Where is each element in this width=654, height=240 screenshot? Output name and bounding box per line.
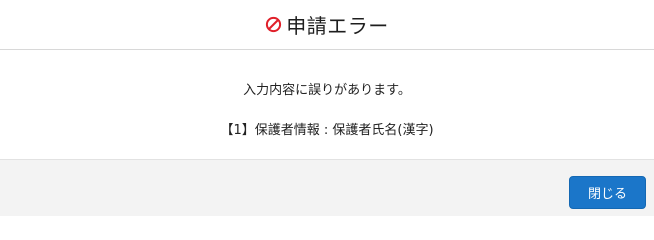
error-message: 入力内容に誤りがあります。 bbox=[243, 83, 411, 98]
error-dialog: 申請エラー 入力内容に誤りがあります。 【1】保護者情報 : 保護者氏名(漢字)… bbox=[0, 0, 654, 216]
prohibited-icon bbox=[265, 16, 282, 33]
dialog-body: 入力内容に誤りがあります。 【1】保護者情報 : 保護者氏名(漢字) bbox=[0, 51, 654, 159]
close-button[interactable]: 閉じる bbox=[569, 176, 646, 209]
dialog-title-group: 申請エラー bbox=[265, 10, 389, 39]
dialog-title: 申請エラー bbox=[286, 14, 389, 38]
dialog-footer: 閉じる bbox=[0, 159, 654, 216]
error-detail: 【1】保護者情報 : 保護者氏名(漢字) bbox=[220, 123, 434, 138]
dialog-header: 申請エラー bbox=[0, 0, 654, 50]
